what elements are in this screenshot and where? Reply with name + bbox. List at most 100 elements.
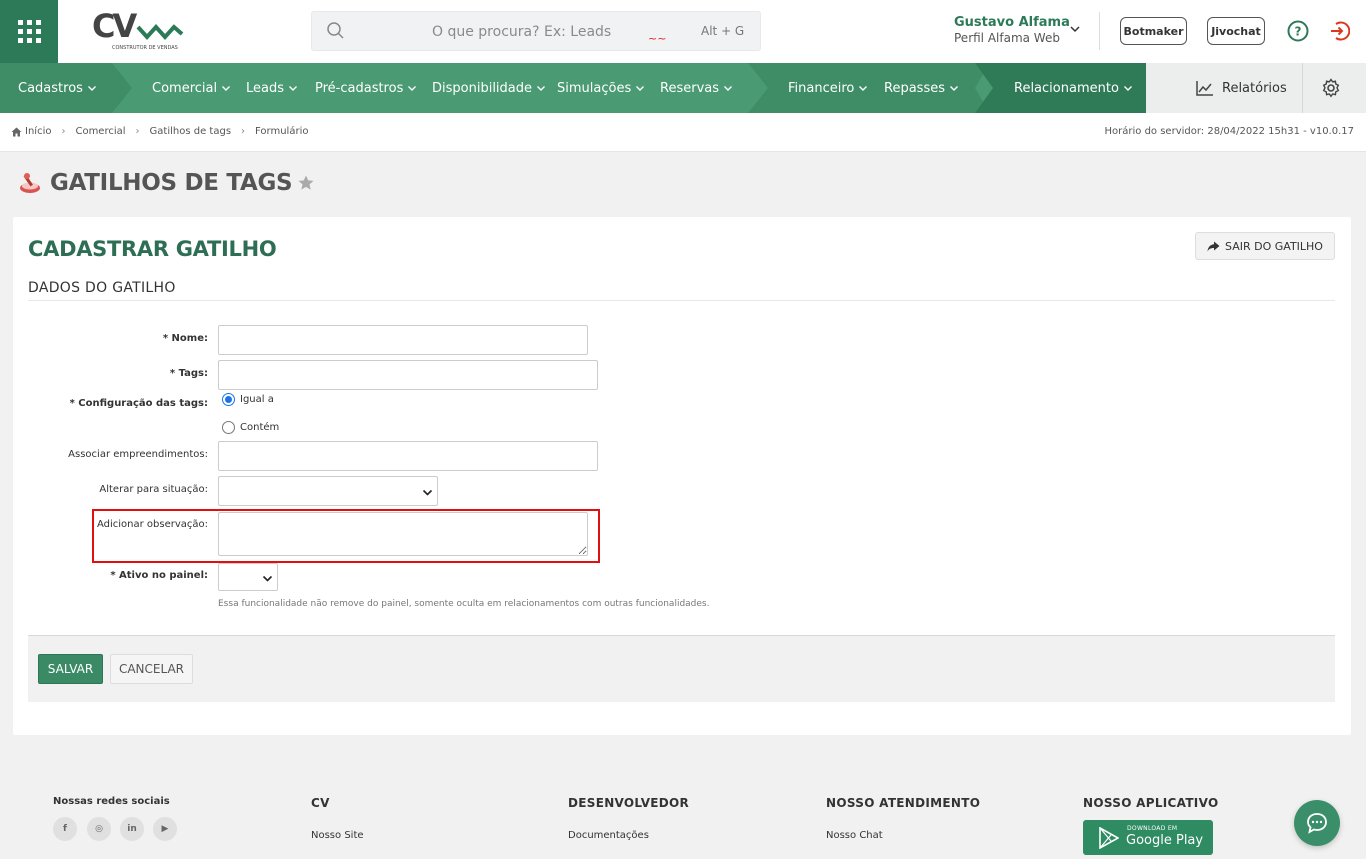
section-title: DADOS DO GATILHO xyxy=(28,280,176,296)
footer-app-title: NOSSO APLICATIVO xyxy=(1083,796,1219,810)
breadcrumb-separator: › xyxy=(241,126,246,137)
facebook-icon[interactable]: f xyxy=(53,817,77,841)
nav-label: Reservas xyxy=(660,80,719,96)
breadcrumb-item-gatilhos[interactable]: Gatilhos de tags xyxy=(150,126,231,137)
user-menu[interactable]: Gustavo Alfama Perfil Alfama Web xyxy=(954,15,1084,49)
chevron-down-icon xyxy=(636,86,645,91)
chevron-down-icon xyxy=(949,86,958,91)
svg-text:CONSTRUTOR DE VENDAS: CONSTRUTOR DE VENDAS xyxy=(112,45,178,51)
chat-button[interactable] xyxy=(1294,800,1340,846)
cancel-button[interactable]: CANCELAR xyxy=(110,654,193,684)
apps-menu-button[interactable] xyxy=(0,0,58,63)
active-select[interactable] xyxy=(218,563,278,591)
chevron-down-icon xyxy=(222,86,231,91)
chevron-down-icon xyxy=(859,86,868,91)
svg-text:?: ? xyxy=(1295,25,1302,39)
global-search[interactable]: ~~ Alt + G xyxy=(311,11,761,51)
breadcrumb: Início › Comercial › Gatilhos de tags › … xyxy=(11,126,308,137)
nav-label: Simulações xyxy=(557,80,632,96)
page-title: GATILHOS DE TAGS xyxy=(50,170,293,196)
gear-icon[interactable] xyxy=(1321,78,1341,98)
instagram-icon[interactable]: ◎ xyxy=(87,817,111,841)
radio-button-checked[interactable] xyxy=(222,393,235,406)
search-icon xyxy=(327,22,344,39)
page-header: GATILHOS DE TAGS xyxy=(18,170,315,196)
radio-equal-label: Igual a xyxy=(240,394,274,405)
footer-dev-title: DESENVOLVEDOR xyxy=(568,796,690,810)
favorite-star-icon[interactable] xyxy=(297,174,315,192)
help-icon[interactable]: ? xyxy=(1287,20,1309,42)
nav-item-leads[interactable]: Leads xyxy=(246,63,298,113)
nav-item-simulacoes[interactable]: Simulações xyxy=(557,63,645,113)
botmaker-button[interactable]: Botmaker xyxy=(1120,17,1187,45)
breadcrumb-item-inicio[interactable]: Início xyxy=(25,126,51,137)
grid-icon xyxy=(17,20,41,43)
google-play-badge[interactable]: DOWNLOAD EM Google Play xyxy=(1083,820,1213,855)
section-divider xyxy=(28,300,1335,301)
search-input[interactable] xyxy=(432,20,662,44)
breadcrumb-bar: Início › Comercial › Gatilhos de tags › … xyxy=(0,113,1366,152)
situation-select[interactable] xyxy=(218,476,438,506)
footer-cv-title: CV xyxy=(311,796,330,810)
breadcrumb-separator: › xyxy=(61,126,66,137)
footer-link-docs[interactable]: Documentações xyxy=(568,830,649,841)
associate-label: Associar empreendimentos: xyxy=(68,449,208,460)
breadcrumb-item-formulario: Formulário xyxy=(255,126,309,137)
footer-link-chat[interactable]: Nosso Chat xyxy=(826,830,883,841)
nav-item-pre-cadastros[interactable]: Pré-cadastros xyxy=(315,63,417,113)
form-actions: SALVAR CANCELAR xyxy=(28,635,1335,702)
nav-item-reservas[interactable]: Reservas xyxy=(660,63,733,113)
jivochat-button[interactable]: Jivochat xyxy=(1207,17,1265,45)
gplay-small-text: DOWNLOAD EM xyxy=(1127,825,1178,832)
associate-developments-input[interactable] xyxy=(218,441,598,471)
nav-item-financeiro[interactable]: Financeiro xyxy=(788,63,868,113)
spellcheck-mark: ~~ xyxy=(648,32,667,45)
home-icon xyxy=(11,127,22,136)
chevron-down-icon xyxy=(1123,86,1132,91)
tags-label: * Tags: xyxy=(169,368,208,379)
top-header: CV CONSTRUTOR DE VENDAS ~~ Alt + G Gusta… xyxy=(0,0,1366,63)
exit-trigger-button[interactable]: SAIR DO GATILHO xyxy=(1195,232,1335,260)
nav-item-disponibilidade[interactable]: Disponibilidade xyxy=(432,63,546,113)
situation-label: Alterar para situação: xyxy=(99,484,208,495)
radio-contains[interactable]: Contém xyxy=(222,421,279,434)
nav-item-comercial[interactable]: Comercial xyxy=(152,63,231,113)
gplay-big-text: Google Play xyxy=(1126,833,1204,848)
main-nav: Cadastros Comercial Leads Pré-cadastros … xyxy=(0,63,1366,113)
share-arrow-icon xyxy=(1207,241,1220,251)
linkedin-icon[interactable]: in xyxy=(120,817,144,841)
footer-support-title: NOSSO ATENDIMENTO xyxy=(826,796,981,810)
chevron-down-icon xyxy=(422,489,433,496)
radio-equal[interactable]: Igual a xyxy=(222,393,274,406)
nav-label: Relacionamento xyxy=(1014,80,1119,96)
reports-button[interactable]: Relatórios xyxy=(1196,76,1287,100)
user-profile: Perfil Alfama Web xyxy=(954,31,1060,45)
nav-label: Financeiro xyxy=(788,80,855,96)
chevron-down-icon xyxy=(289,86,298,91)
nav-label: Repasses xyxy=(884,80,945,96)
save-button[interactable]: SALVAR xyxy=(38,654,103,684)
radio-button[interactable] xyxy=(222,421,235,434)
chevron-down-icon xyxy=(537,86,546,91)
header-divider xyxy=(1099,12,1100,50)
line-chart-icon xyxy=(1196,81,1213,96)
trigger-icon xyxy=(20,173,40,193)
nav-item-cadastros[interactable]: Cadastros xyxy=(18,63,97,113)
youtube-icon[interactable]: ▶ xyxy=(153,817,177,841)
nav-item-repasses[interactable]: Repasses xyxy=(884,63,959,113)
search-shortcut-hint: Alt + G xyxy=(701,24,745,38)
breadcrumb-item-comercial[interactable]: Comercial xyxy=(75,126,125,137)
footer-link-site[interactable]: Nosso Site xyxy=(311,830,364,841)
logout-icon[interactable] xyxy=(1328,20,1350,42)
tags-config-label: * Configuração das tags: xyxy=(69,398,208,409)
active-hint: Essa funcionalidade não remove do painel… xyxy=(218,599,710,609)
name-input[interactable] xyxy=(218,325,588,355)
radio-contains-label: Contém xyxy=(240,422,280,433)
nav-divider xyxy=(1302,63,1303,113)
chevron-down-icon xyxy=(1070,26,1080,33)
nav-item-relacionamento[interactable]: Relacionamento xyxy=(1014,63,1133,113)
nav-label: Pré-cadastros xyxy=(315,80,404,96)
cv-logo[interactable]: CV CONSTRUTOR DE VENDAS xyxy=(92,7,184,52)
reports-label: Relatórios xyxy=(1222,80,1287,96)
tags-input[interactable] xyxy=(218,360,598,390)
